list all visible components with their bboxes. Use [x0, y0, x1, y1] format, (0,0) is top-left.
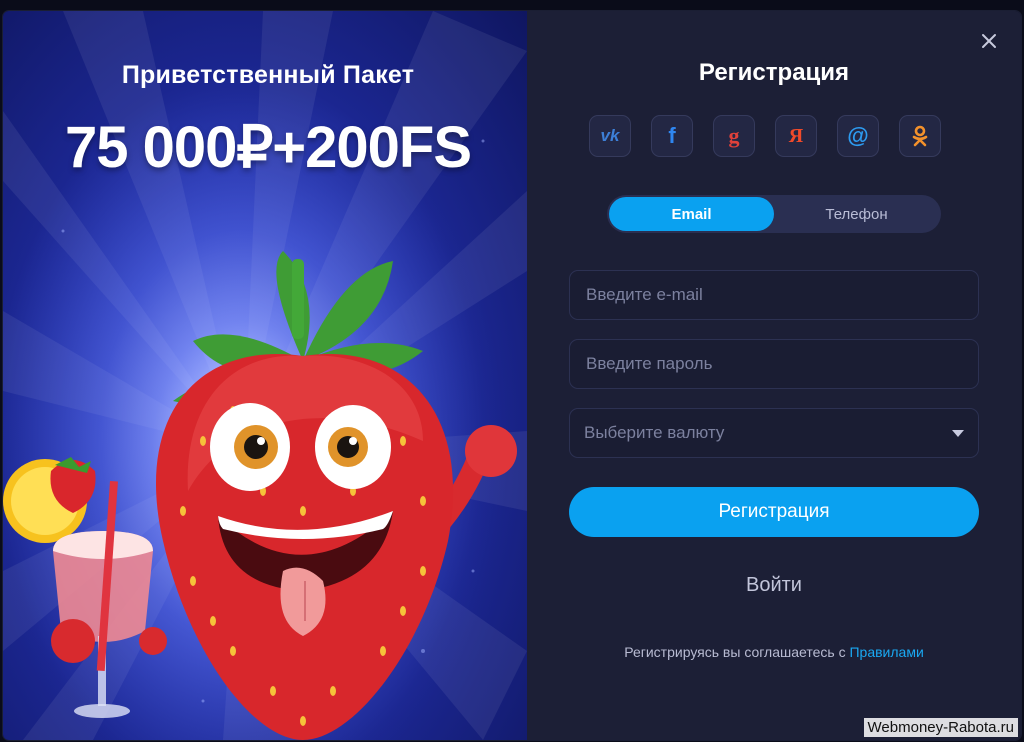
watermark: Webmoney-Rabota.ru	[863, 718, 1018, 737]
rules-link[interactable]: Правилами	[849, 644, 923, 660]
facebook-login-button[interactable]: f	[651, 115, 693, 157]
register-button[interactable]: Регистрация	[569, 487, 979, 537]
currency-select[interactable]: Выберите валюту	[569, 408, 979, 458]
strawberry-mascot-illustration	[3, 251, 517, 740]
yandex-login-button[interactable]: Я	[775, 115, 817, 157]
registration-form-panel: Регистрация vk f g Я @ Email Телефон Вве…	[527, 11, 1021, 740]
social-login-row: vk f g Я @	[589, 115, 941, 157]
tab-email[interactable]: Email	[609, 197, 774, 231]
promo-banner: Приветственный Пакет 75 000₽+200FS	[3, 11, 527, 740]
mail-at-icon: @	[847, 123, 869, 148]
email-field	[569, 270, 979, 320]
close-button[interactable]	[979, 31, 999, 51]
tab-phone[interactable]: Телефон	[774, 197, 939, 231]
registration-title: Регистрация	[698, 59, 850, 86]
vk-login-button[interactable]: vk	[589, 115, 631, 157]
password-field	[569, 339, 979, 389]
currency-select-placeholder: Выберите валюту	[584, 423, 725, 442]
email-input[interactable]	[584, 284, 964, 306]
promo-bonus-amount: 75 000₽+200FS	[64, 115, 472, 180]
google-login-button[interactable]: g	[713, 115, 755, 157]
google-icon: g	[728, 123, 740, 148]
chevron-down-icon	[952, 429, 964, 437]
registration-method-tabs: Email Телефон	[607, 195, 941, 233]
mailru-login-button[interactable]: @	[837, 115, 879, 157]
registration-modal: Приветственный Пакет 75 000₽+200FS Регис…	[3, 11, 1021, 740]
yandex-icon: Я	[788, 124, 804, 147]
password-input[interactable]	[584, 353, 964, 375]
terms-text: Регистрируясь вы соглашаетесь с	[624, 644, 850, 660]
odnoklassniki-login-button[interactable]	[899, 115, 941, 157]
close-icon	[982, 34, 996, 48]
odnoklassniki-icon	[912, 125, 928, 147]
login-link[interactable]: Войти	[527, 574, 1021, 597]
vk-icon: vk	[600, 126, 620, 145]
terms-notice: Регистрируясь вы соглашаетесь с Правилам…	[527, 644, 1021, 660]
facebook-icon: f	[668, 123, 676, 148]
promo-title: Приветственный Пакет	[121, 61, 415, 89]
